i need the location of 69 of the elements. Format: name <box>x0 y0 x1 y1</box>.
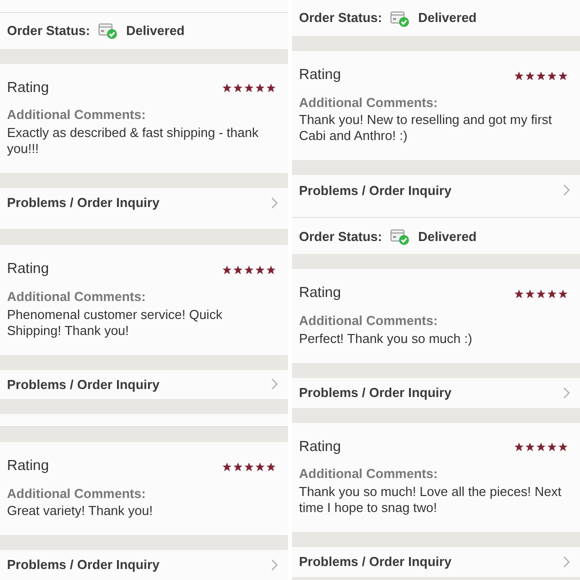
star-icon <box>514 289 524 300</box>
order-inquiry-row[interactable]: Problems / Order Inquiry <box>292 378 580 408</box>
comments-label: Additional Comments: <box>299 94 439 112</box>
order-inquiry-row[interactable]: Problems / Order Inquiry <box>0 550 288 580</box>
order-inquiry-row[interactable]: Problems / Order Inquiry <box>0 370 288 400</box>
comment-text: Phenomenal customer service! Quick Shipping! Thank you! <box>7 306 224 339</box>
comment-text: Thank you! New to reselling and got my first Cabi and Anthro! :) <box>299 112 553 144</box>
star-icon <box>525 70 535 81</box>
rating-title: Rating <box>7 260 49 280</box>
rating-title: Rating <box>299 438 341 456</box>
comments-label: Additional Comments: <box>7 288 147 306</box>
comment-text: Perfect! Thank you so much :) <box>299 330 474 346</box>
star-icon <box>547 289 557 300</box>
rating-title: Rating <box>7 78 49 98</box>
comment-text: Great variety! Thank you! <box>7 503 154 520</box>
chevron-right-icon <box>271 196 278 209</box>
star-icon <box>525 442 535 452</box>
star-icon <box>558 442 568 452</box>
status-value: Delivered <box>126 22 185 40</box>
comment-text: Thank you so much! Love all the pieces! Next time I hope to snag two! <box>299 484 562 516</box>
package-check-icon <box>98 21 118 40</box>
star-icon <box>255 83 265 94</box>
star-icon <box>244 462 254 472</box>
comment-text: Exactly as described & fast shipping - thank you!!! <box>7 124 260 157</box>
star-icon <box>536 70 546 81</box>
comments-label: Additional Comments: <box>7 484 147 503</box>
star-icon <box>266 265 276 276</box>
order-inquiry-row[interactable]: Problems / Order Inquiry <box>292 175 580 206</box>
star-icon <box>222 462 232 472</box>
star-icon <box>536 442 546 452</box>
status-label: Order Status: <box>299 228 382 246</box>
status-label: Order Status: <box>7 22 90 40</box>
package-check-icon <box>390 226 410 246</box>
star-icon <box>222 83 232 94</box>
rating-title: Rating <box>7 457 49 476</box>
chevron-right-icon <box>271 559 278 572</box>
status-value: Delivered <box>418 9 477 28</box>
comments-label: Additional Comments: <box>299 312 439 330</box>
star-icon <box>266 83 276 94</box>
star-icon <box>255 462 265 472</box>
star-icon <box>255 265 265 276</box>
star-icon <box>222 265 232 276</box>
rating-title: Rating <box>299 66 341 85</box>
star-icon <box>558 289 568 300</box>
chevron-right-icon <box>271 378 278 390</box>
star-icon <box>525 289 535 300</box>
star-icon <box>244 265 254 276</box>
star-icon <box>536 289 546 300</box>
package-check-icon <box>390 8 410 28</box>
star-icon <box>558 70 568 81</box>
star-icon <box>547 70 557 81</box>
star-icon <box>233 265 243 276</box>
star-icon <box>266 462 276 472</box>
comments-label: Additional Comments: <box>7 106 147 124</box>
status-value: Delivered <box>418 228 477 246</box>
order-inquiry-row[interactable]: Problems / Order Inquiry <box>292 546 580 577</box>
rating-title: Rating <box>299 284 341 304</box>
chevron-right-icon <box>563 386 570 398</box>
chevron-right-icon <box>563 556 570 568</box>
star-icon <box>233 83 243 94</box>
star-icon <box>244 83 254 94</box>
star-icon <box>547 442 557 452</box>
order-inquiry-row[interactable]: Problems / Order Inquiry <box>0 188 288 218</box>
comments-label: Additional Comments: <box>299 465 439 484</box>
chevron-right-icon <box>563 184 570 196</box>
status-label: Order Status: <box>299 9 382 28</box>
star-icon <box>514 70 524 81</box>
star-icon <box>233 462 243 472</box>
star-icon <box>514 442 524 452</box>
